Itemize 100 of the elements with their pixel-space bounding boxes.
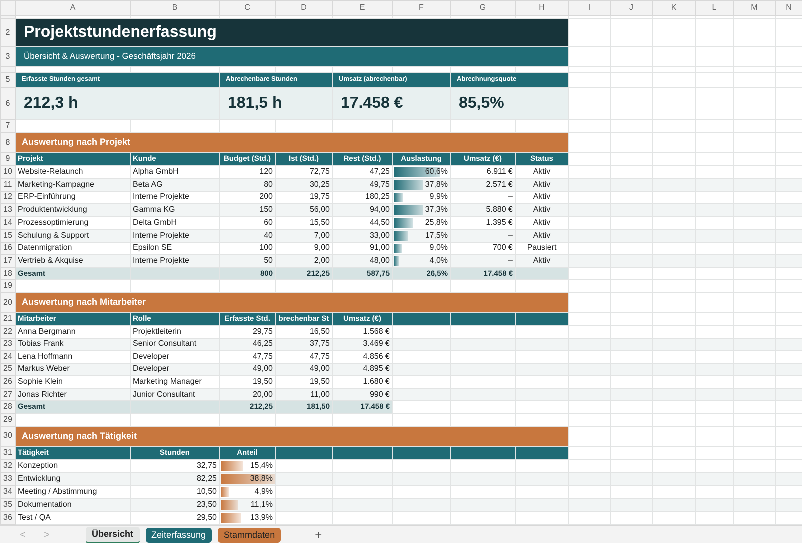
table-cell: Jonas Richter (16, 388, 130, 401)
percent-value: 9,0% (430, 243, 448, 252)
column-letter: J (610, 0, 652, 16)
table-cell: 49,75 (332, 178, 392, 191)
table-cell: 48,00 (332, 254, 392, 268)
column-letter: H (516, 0, 568, 16)
row-number: 22 (0, 326, 16, 338)
table-cell: 23,50 (130, 498, 220, 512)
sheet-tab[interactable]: Zeiterfassung (146, 528, 212, 543)
table-cell: 50 (220, 254, 276, 268)
table-cell: Aktiv (516, 178, 568, 191)
table-cell: 4.856 € (332, 350, 392, 364)
table-cell: 94,00 (332, 204, 392, 216)
table-cell: 3.469 € (332, 338, 392, 351)
kpi-value: 181,5 h (220, 88, 332, 120)
table-cell: Aktiv (516, 229, 568, 242)
table-cell: 20,00 (220, 388, 276, 401)
kpi-value: 212,3 h (16, 88, 220, 120)
table-cell: 60 (220, 216, 276, 230)
table-cell: Tobias Frank (16, 338, 130, 351)
row-number: 18 (0, 268, 16, 280)
percent-value: 38,8% (250, 474, 273, 483)
percent-value: 13,9% (250, 512, 273, 522)
table-cell: 47,25 (332, 166, 392, 178)
table-cell: Developer (130, 363, 220, 376)
table-cell: 10,50 (130, 485, 220, 498)
sheet-tab[interactable]: Stammdaten (218, 528, 282, 543)
table-cell: 1.680 € (332, 376, 392, 388)
column-letter: G (450, 0, 516, 16)
table-cell: 7,00 (276, 229, 332, 242)
table-cell: 56,00 (276, 204, 332, 216)
table-cell: Meeting / Abstimmung (16, 485, 130, 498)
add-sheet-button[interactable]: + (315, 526, 322, 543)
table-cell: 6.911 € (450, 166, 516, 178)
row-number: 19 (0, 280, 16, 292)
table-cell: 2,00 (276, 254, 332, 268)
table-cell: 2.571 € (450, 178, 516, 191)
percent-value: 11,1% (250, 500, 273, 509)
table-cell: 82,25 (130, 472, 220, 486)
table-cell: Aktiv (516, 254, 568, 268)
kpi-value: 17.458 € (332, 88, 450, 120)
table-cell: 150 (220, 204, 276, 216)
table-cell: Markus Weber (16, 363, 130, 376)
column-letter: F (392, 0, 450, 16)
row-number: 13 (0, 204, 16, 216)
column-letter: B (130, 0, 220, 16)
column-letter: L (696, 0, 734, 16)
sheet-title: Projektstundenerfassung (16, 18, 568, 46)
row-number: 16 (0, 242, 16, 255)
table-cell: 47,75 (220, 350, 276, 364)
row-number: 9 (0, 152, 16, 166)
table-cell: Interne Projekte (130, 254, 220, 268)
row-number: 11 (0, 178, 16, 191)
row-number: 5 (0, 72, 16, 88)
row-number: 17 (0, 254, 16, 268)
table-cell: 49,00 (220, 363, 276, 376)
table-cell: Marketing Manager (130, 376, 220, 388)
table-cell: Aktiv (516, 166, 568, 178)
table-cell: Projektleiterin (130, 326, 220, 338)
sheet-subtitle: Übersicht & Auswertung - Geschäftsjahr 2026 (16, 46, 568, 66)
sheet-tab[interactable]: Übersicht (86, 527, 140, 543)
table-cell: Junior Consultant (130, 388, 220, 401)
table-cell: 15,50 (276, 216, 332, 230)
row-number: 7 (0, 120, 16, 132)
column-letter: C (220, 0, 276, 16)
column-letter: N (776, 0, 802, 16)
table-cell: Marketing-Kampagne (16, 178, 130, 191)
table-cell: Entwicklung (16, 472, 130, 486)
table-cell: 4.895 € (332, 363, 392, 376)
row-number: 27 (0, 388, 16, 401)
table-cell: Delta GmbH (130, 216, 220, 230)
row-number: 34 (0, 485, 16, 498)
column-letter: K (652, 0, 696, 16)
table-cell: Senior Consultant (130, 338, 220, 351)
row-number: 32 (0, 459, 16, 472)
row-number: 14 (0, 216, 16, 230)
table-cell: 29,75 (220, 326, 276, 338)
table-cell: 33,00 (332, 229, 392, 242)
row-number: 30 (0, 426, 16, 446)
row-number: 10 (0, 166, 16, 178)
row-number: 8 (0, 132, 16, 152)
table-cell: 37,75 (276, 338, 332, 351)
table-cell: Schulung & Support (16, 229, 130, 242)
table-cell: Konzeption (16, 459, 130, 472)
table-cell: 29,50 (130, 511, 220, 524)
table-cell: Test / QA (16, 511, 130, 524)
section-heading: Auswertung nach Projekt (16, 132, 568, 152)
percent-value: 37,3% (425, 205, 448, 214)
table-cell: 19,50 (220, 376, 276, 388)
table-cell: Aktiv (516, 216, 568, 230)
table-cell: 5.880 € (450, 204, 516, 216)
percent-value: 4,9% (254, 486, 273, 496)
row-number: 36 (0, 511, 16, 524)
table-cell: Prozessoptimierung (16, 216, 130, 230)
table-cell: Aktiv (516, 204, 568, 216)
table-cell: Dokumentation (16, 498, 130, 512)
table-cell: Interne Projekte (130, 229, 220, 242)
row-number: 6 (0, 88, 16, 120)
row-number: 35 (0, 498, 16, 512)
table-cell: Alpha GmbH (130, 166, 220, 178)
